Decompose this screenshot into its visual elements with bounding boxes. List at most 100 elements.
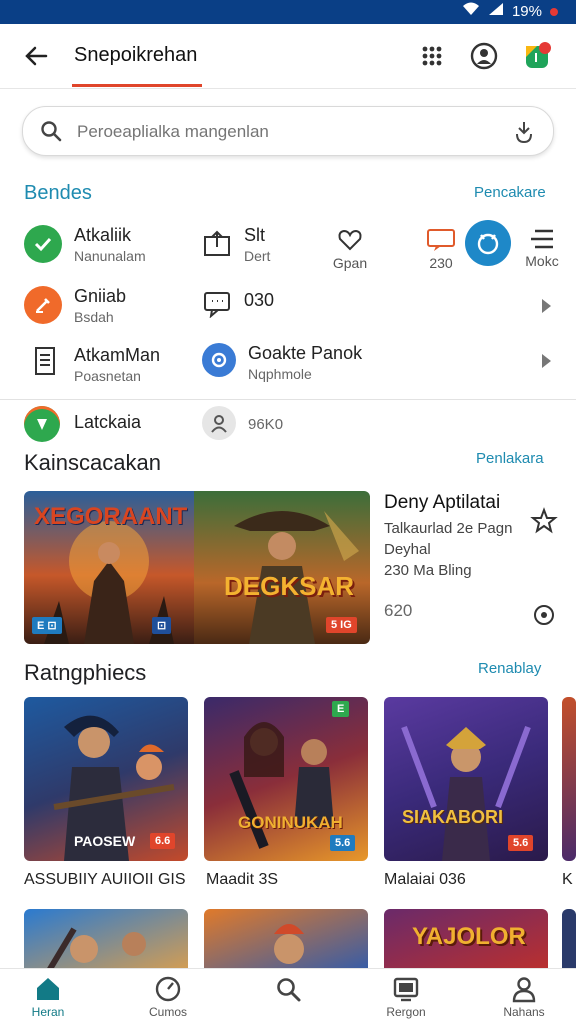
upload-tray-icon (202, 229, 232, 264)
bottom-navigation: Heran Cumos Rergon Nahans (0, 968, 576, 1025)
featured-line3: 230 Ma Bling (384, 562, 472, 579)
featured-badge-mid: ⊡ (152, 617, 172, 634)
tile-top-badge: E (332, 701, 350, 717)
item-title: 96K0 (248, 416, 284, 433)
section-title-featured: Kainscacakan (24, 450, 161, 475)
page-title: Snepoikrehan (74, 44, 198, 66)
voice-search-icon[interactable] (511, 119, 537, 150)
list-item-atkaliik[interactable]: Atkaliik Nanunalam (24, 225, 146, 264)
item-title: Slt (244, 225, 266, 245)
section-link-ratings[interactable]: Renablay (478, 660, 541, 677)
item-title: AtkamMan (74, 345, 161, 365)
item-subtitle: Nqphmole (248, 366, 312, 382)
game-tile[interactable]: PAOSEW 6.6 (24, 697, 188, 861)
nav-label: Rergon (386, 1005, 426, 1019)
featured-banner[interactable]: XEGORAANT DEGKSAR E ⊡ ⊡ 5 IG (24, 491, 370, 644)
nav-label: Heran (31, 1005, 65, 1019)
tile-caption: K (562, 871, 573, 888)
item-title: Atkaliik (74, 225, 132, 245)
tab-indicator (72, 84, 202, 87)
home-icon (37, 978, 59, 1000)
target-icon (202, 343, 236, 377)
list-item-030[interactable]: 030 (202, 290, 274, 323)
nav-library[interactable]: Rergon (366, 975, 446, 1019)
check-icon (24, 225, 62, 263)
quick-item-230[interactable]: 230 (418, 228, 464, 271)
section-link-bendes[interactable]: Pencakare (474, 184, 546, 201)
game-tile[interactable]: SIAKABORI 5.6 (384, 697, 548, 861)
featured-line1: Talkaurlad 2e Pagn (384, 520, 513, 537)
nav-profile[interactable]: Nahans (484, 975, 564, 1019)
tile-caption: Malaiai 036 (384, 871, 466, 888)
quick-item-label: 230 (429, 255, 453, 271)
message-icon (202, 290, 232, 323)
list-item-atkamman[interactable]: AtkamMan Poasnetan (34, 345, 160, 384)
star-icon[interactable] (530, 507, 558, 540)
nav-label: Cumos (148, 1005, 187, 1019)
tile-caption: Maadit 3S (206, 871, 279, 888)
list-item-goakte-panok[interactable]: Goakte Panok Nqphmole (202, 343, 362, 382)
list-item-gniiab[interactable]: Gniiab Bsdah (24, 286, 126, 325)
tile-art-title: GONINUKAH (238, 813, 343, 832)
featured-info: Deny Aptilatai Talkaurlad 2e Pagn Deyhal… (384, 492, 512, 621)
document-icon (34, 345, 56, 382)
list-item-latckaia[interactable]: Latckaia (24, 406, 141, 442)
list-item-slt[interactable]: Slt Dert (202, 225, 271, 264)
item-subtitle: Bsdah (74, 309, 114, 325)
monitor-icon (393, 977, 419, 1002)
item-subtitle: Dert (244, 248, 271, 264)
section-title-bendes: Bendes (24, 182, 92, 204)
search-bar[interactable] (22, 106, 554, 156)
play-store-badge-icon[interactable] (522, 40, 554, 72)
signal-icon (488, 2, 504, 20)
tile-art-title: PAOSEW (74, 833, 136, 849)
robot-icon (477, 233, 499, 255)
item-title: 030 (244, 290, 275, 310)
chat-icon (427, 229, 455, 251)
list-item-96k0[interactable]: 96K0 (202, 406, 283, 440)
quick-item-more[interactable]: Mokc (518, 228, 566, 269)
list-menu-icon (531, 229, 553, 249)
person-icon (512, 977, 536, 1003)
divider (0, 399, 576, 400)
nav-search[interactable] (248, 975, 328, 1005)
chevron-right-icon[interactable] (536, 351, 556, 371)
banner-right-title: DEGKSAR (224, 571, 355, 601)
tile-badge: 5.6 (330, 835, 356, 851)
status-bar: 19% (0, 0, 576, 24)
app-bar: Snepoikrehan (0, 24, 576, 89)
wifi-icon (462, 2, 480, 20)
section-link-featured[interactable]: Penlakara (476, 450, 544, 467)
quick-item-gpan[interactable]: Gpan (326, 228, 374, 271)
tile-art-title: YAJOLOR (412, 923, 526, 950)
item-subtitle: Nanunalam (74, 248, 146, 264)
nav-home[interactable]: Heran (8, 975, 88, 1019)
nav-games[interactable]: Cumos (128, 975, 208, 1019)
bot-fab-button[interactable] (465, 220, 511, 266)
chevron-right-icon[interactable] (536, 296, 556, 316)
item-title: Gniiab (74, 286, 127, 306)
featured-badge-right: 5 IG (326, 617, 357, 633)
featured-line2: Deyhal (384, 541, 431, 558)
info-circle-icon[interactable] (532, 603, 556, 632)
featured-badge-left: E ⊡ (32, 617, 62, 634)
game-tile[interactable] (562, 697, 576, 861)
banner-left-title: XEGORAANT (34, 503, 188, 530)
quick-item-label: Mokc (525, 253, 559, 269)
item-title: Goakte Panok (248, 343, 363, 363)
tile-caption: ASSUBIIY AUIIOII GIS (24, 871, 186, 888)
tile-art-title: SIAKABORI (402, 807, 504, 827)
nav-label: Nahans (503, 1005, 545, 1019)
grid-menu-icon[interactable] (416, 40, 448, 72)
featured-count: 620 (384, 601, 413, 620)
notification-dot-icon (550, 3, 558, 20)
search-icon (277, 978, 301, 1002)
featured-app-title: Deny Aptilatai (384, 492, 501, 513)
item-subtitle: Poasnetan (74, 368, 141, 384)
game-tile[interactable]: GONINUKAH E 5.6 (204, 697, 368, 861)
account-icon[interactable] (468, 40, 500, 72)
tile-badge: 5.6 (508, 835, 534, 851)
back-arrow-icon[interactable] (20, 40, 52, 72)
section-title-ratings: Ratngphiecs (24, 660, 147, 685)
search-input[interactable] (75, 117, 499, 147)
